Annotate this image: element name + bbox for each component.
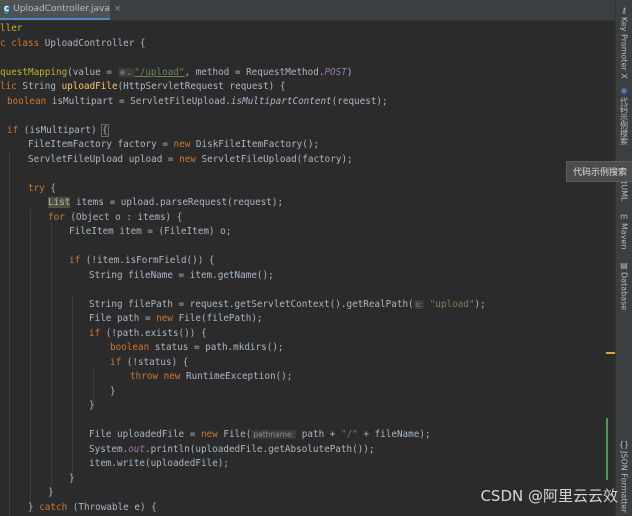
tool-code-search[interactable]: ◉ 代码示例搜索: [616, 86, 632, 145]
tool-json-formatter[interactable]: {} JSON Formatter: [616, 440, 632, 513]
code-line: boolean status = path.mkdirs();: [110, 342, 284, 353]
code-line: c class UploadController {: [0, 37, 146, 49]
maven-icon: m: [620, 212, 628, 221]
code-line: }: [69, 472, 75, 484]
tool-maven[interactable]: m Maven: [616, 212, 632, 250]
code-line: List items = upload.parseRequest(request…: [48, 197, 284, 208]
code-line: item.write(uploadedFile);: [89, 458, 229, 469]
code-line: if (!path.exists()) {: [89, 327, 207, 339]
indent-guide: [51, 223, 52, 496]
code-line: for (Object o : items) {: [48, 211, 183, 223]
code-line: FileItemFactory factory = new DiskFileIt…: [28, 139, 320, 150]
tab-upload-controller[interactable]: C UploadController.java ×: [0, 0, 121, 20]
code-line: } catch (Throwable e) {: [28, 501, 157, 513]
warning-marker[interactable]: [606, 352, 615, 354]
code-line: FileItem item = (FileItem) o;: [69, 226, 232, 237]
editor-tab-bar: C UploadController.java ×: [0, 0, 616, 21]
indent-guide: [30, 209, 31, 511]
indent-guide: [9, 151, 10, 516]
close-icon[interactable]: ×: [114, 4, 122, 14]
code-line: }: [48, 487, 54, 498]
code-editor[interactable]: ller c class UploadController { questMap…: [0, 21, 616, 516]
code-line: questMapping(value = ⊕⌄ "/upload", method…: [0, 66, 353, 78]
tool-key-promoter[interactable]: ⚷ Key Promoter X: [616, 6, 632, 79]
database-icon: ▤: [620, 261, 628, 270]
code-line: File path = new File(filePath);: [89, 313, 263, 324]
watermark: CSDN @阿里云云效: [480, 487, 618, 505]
code-line: if (!status) {: [110, 356, 189, 368]
search-icon: ◉: [620, 86, 628, 95]
tooltip: 代码示例搜索: [566, 161, 632, 182]
code-line: throw new RuntimeException();: [130, 371, 293, 382]
tool-database[interactable]: ▤ Database: [616, 261, 632, 310]
braces-icon: {}: [618, 440, 630, 449]
change-marker[interactable]: [606, 418, 608, 480]
globe-icon: ⊕⌄: [117, 67, 135, 77]
code-line: String fileName = item.getName();: [89, 269, 274, 281]
right-tool-strip: ⚷ Key Promoter X ◉ 代码示例搜索 ntUML m Maven …: [615, 0, 632, 516]
code-line: File uploadedFile = new File(pathname: p…: [89, 429, 431, 440]
code-line: System.out.println(uploadedFile.getAbsol…: [89, 443, 375, 455]
java-class-icon: C: [4, 4, 10, 14]
code-line: }: [110, 385, 116, 397]
code-line: lic String uploadFile(HttpServletRequest…: [0, 81, 286, 92]
key-icon: ⚷: [621, 6, 627, 15]
code-line: boolean isMultipart = ServletFileUpload.…: [7, 95, 388, 107]
code-line: ServletFileUpload upload = new ServletFi…: [28, 153, 353, 165]
code-line: }: [89, 400, 95, 411]
code-line: if (!item.isFormField()) {: [69, 255, 215, 266]
indent-guide: [72, 295, 73, 481]
tab-label: UploadController.java: [13, 4, 110, 14]
code-line: ller: [0, 23, 23, 34]
code-line: String filePath = request.getServletCont…: [89, 298, 486, 310]
code-line: if (isMultipart) {: [7, 123, 109, 137]
code-line: try {: [28, 182, 56, 194]
